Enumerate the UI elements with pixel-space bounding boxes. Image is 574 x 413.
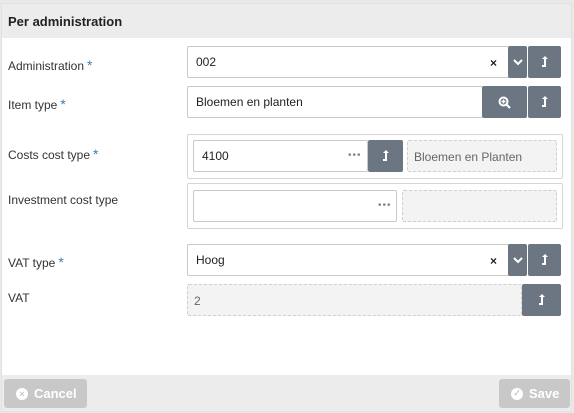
cancel-label: Cancel <box>34 386 77 401</box>
administration-dropdown-button[interactable] <box>508 46 527 78</box>
level-up-icon <box>541 56 548 67</box>
item-type-value: Bloemen en planten <box>196 95 303 109</box>
check-icon: ✓ <box>511 387 523 400</box>
vat-readonly-field: 2 <box>187 284 522 316</box>
item-type-navigate-button[interactable] <box>528 86 561 118</box>
costs-cost-type-value: 4100 <box>202 149 229 163</box>
panel-title: Per administration <box>8 14 123 29</box>
costs-cost-type-label: Costs cost type * <box>8 146 99 162</box>
costs-cost-type-navigate-button[interactable] <box>368 140 403 172</box>
costs-cost-type-input[interactable]: 4100 ••• <box>193 140 368 172</box>
vat-navigate-button[interactable] <box>522 284 561 316</box>
vat-value: 2 <box>194 294 201 308</box>
vat-type-navigate-button[interactable] <box>528 244 561 276</box>
vat-type-select[interactable]: Hoog × <box>187 244 509 276</box>
level-up-icon <box>541 96 548 107</box>
clear-icon[interactable]: × <box>490 56 497 70</box>
costs-cost-type-description: Bloemen en Planten <box>407 140 557 172</box>
item-type-search-button[interactable] <box>482 86 527 118</box>
costs-cost-type-group: 4100 ••• Bloemen en Planten <box>187 134 563 179</box>
investment-cost-type-group: ••• <box>187 183 563 229</box>
level-up-icon <box>382 150 389 161</box>
panel-header: Per administration <box>2 4 571 38</box>
vat-type-value: Hoog <box>196 253 225 267</box>
administration-navigate-button[interactable] <box>528 46 561 78</box>
chevron-down-icon <box>512 59 523 66</box>
save-label: Save <box>529 386 560 401</box>
ellipsis-icon[interactable]: ••• <box>378 200 392 211</box>
required-marker: * <box>58 254 64 270</box>
level-up-icon <box>541 254 548 265</box>
per-administration-panel: Per administration Administration * 002 ×… <box>1 3 572 412</box>
investment-cost-type-input[interactable]: ••• <box>193 190 397 222</box>
clear-icon[interactable]: × <box>490 254 497 268</box>
vat-label: VAT <box>8 291 30 305</box>
administration-select[interactable]: 002 × <box>187 46 509 78</box>
level-up-icon <box>538 294 545 305</box>
cancel-icon: × <box>16 387 28 400</box>
cancel-button[interactable]: × Cancel <box>4 379 87 408</box>
required-marker: * <box>93 146 99 162</box>
investment-cost-type-label: Investment cost type <box>8 193 119 207</box>
administration-value: 002 <box>196 55 217 69</box>
panel-footer: × Cancel ✓ Save <box>2 375 571 411</box>
ellipsis-icon[interactable]: ••• <box>348 150 362 161</box>
zoom-in-icon <box>498 96 511 109</box>
item-type-input[interactable]: Bloemen en planten <box>187 86 483 118</box>
vat-type-label: VAT type * <box>8 254 64 270</box>
vat-type-dropdown-button[interactable] <box>508 244 527 276</box>
investment-cost-type-description <box>402 190 557 222</box>
chevron-down-icon <box>512 257 523 264</box>
administration-label: Administration * <box>8 57 93 73</box>
item-type-label: Item type * <box>8 96 66 112</box>
save-button[interactable]: ✓ Save <box>499 379 570 408</box>
required-marker: * <box>60 96 66 112</box>
required-marker: * <box>87 57 93 73</box>
